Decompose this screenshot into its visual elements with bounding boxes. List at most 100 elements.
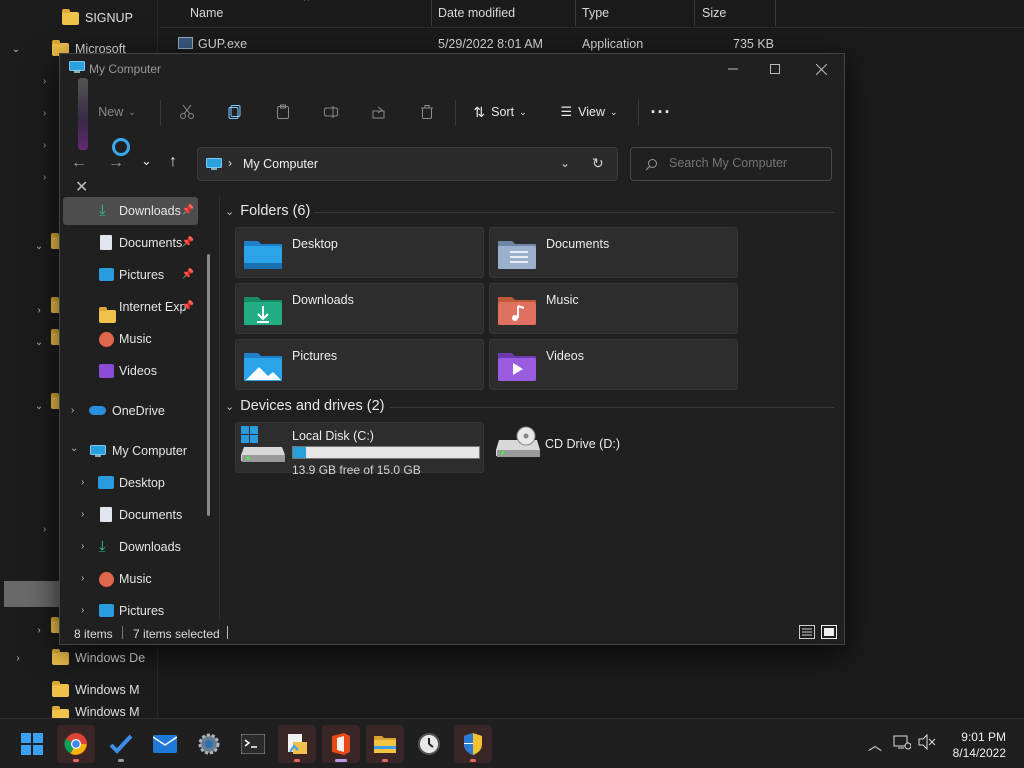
more-options-button[interactable]: ···: [646, 92, 676, 132]
drive-tile-local-disk-c[interactable]: Local Disk (C:) 13.9 GB free of 15.0 GB: [235, 422, 484, 477]
nav-item-internet-exp[interactable]: Internet Exp 📌: [63, 293, 198, 323]
pin-icon[interactable]: 📌: [182, 301, 194, 312]
folder-tile-music[interactable]: Music: [489, 283, 738, 334]
show-hidden-icons-button[interactable]: ︿: [868, 735, 882, 755]
refresh-button[interactable]: ↻: [592, 155, 604, 172]
taskbar-settings[interactable]: [190, 725, 228, 763]
search-input[interactable]: [669, 156, 824, 170]
delete-button[interactable]: [412, 92, 442, 132]
details-view-button[interactable]: [799, 625, 815, 642]
chevron-right-icon[interactable]: ›: [43, 172, 46, 183]
nav-item-music[interactable]: Music: [63, 325, 198, 353]
paste-button[interactable]: [268, 92, 298, 132]
folders-section-header[interactable]: ⌄ Folders (6): [225, 203, 310, 219]
breadcrumb-item-my-computer[interactable]: My Computer: [243, 157, 318, 171]
chevron-down-icon[interactable]: ⌄: [33, 241, 45, 253]
folder-tile-downloads[interactable]: Downloads: [235, 283, 484, 334]
address-history-button[interactable]: ⌄: [560, 156, 570, 170]
pin-icon[interactable]: 📌: [182, 205, 194, 216]
nav-item-downloads[interactable]: ⤓ Downloads 📌: [63, 197, 198, 225]
back-button[interactable]: ←: [71, 154, 87, 172]
taskbar-mail[interactable]: [146, 725, 184, 763]
network-button[interactable]: [893, 734, 912, 753]
pin-icon[interactable]: 📌: [182, 269, 194, 280]
volume-button[interactable]: [918, 733, 936, 753]
bg-nav-item-signup[interactable]: SIGNUP: [0, 3, 158, 33]
chevron-right-icon[interactable]: ›: [33, 625, 45, 637]
nav-item-my-computer[interactable]: ⌄ My Computer: [63, 437, 203, 465]
folder-tile-pictures[interactable]: Pictures: [235, 339, 484, 390]
nav-item-documents-pc[interactable]: › Documents: [63, 501, 203, 529]
chevron-right-icon[interactable]: ›: [81, 541, 84, 552]
column-date-modified[interactable]: Date modified: [438, 6, 515, 20]
taskbar-chrome[interactable]: [57, 725, 95, 763]
system-clock[interactable]: 9:01 PM 8/14/2022: [953, 729, 1006, 761]
nav-item-downloads-pc[interactable]: › ⤓ Downloads: [63, 533, 203, 561]
cut-button[interactable]: [172, 92, 202, 132]
new-button[interactable]: New ⌄: [78, 92, 150, 132]
chevron-right-icon[interactable]: ›: [71, 405, 74, 416]
view-button[interactable]: ☰ View ⌄: [550, 92, 628, 132]
nav-item-videos[interactable]: Videos: [63, 357, 198, 385]
taskbar-file-explorer[interactable]: [366, 725, 404, 763]
taskbar-terminal[interactable]: [234, 725, 272, 763]
nav-scrollbar[interactable]: [207, 254, 210, 516]
column-divider[interactable]: [575, 0, 576, 26]
rename-button[interactable]: [316, 92, 346, 132]
taskbar-office[interactable]: [322, 725, 360, 763]
maximize-button[interactable]: [752, 54, 798, 84]
nav-item-pictures-pc[interactable]: › Pictures: [63, 597, 203, 622]
taskbar-security[interactable]: [454, 725, 492, 763]
chevron-right-icon[interactable]: ›: [33, 305, 45, 317]
nav-item-desktop[interactable]: › Desktop: [63, 469, 203, 497]
close-button[interactable]: [798, 54, 844, 84]
column-divider[interactable]: [775, 0, 776, 26]
folder-tile-documents[interactable]: Documents: [489, 227, 738, 278]
chevron-down-icon[interactable]: ⌄: [0, 43, 32, 55]
pane-divider[interactable]: [219, 194, 220, 622]
column-divider[interactable]: [431, 0, 432, 26]
bg-nav-item-windows-m[interactable]: Windows M: [0, 675, 158, 705]
nav-item-documents[interactable]: Documents 📌: [63, 229, 198, 257]
taskbar-clock-app[interactable]: [410, 725, 448, 763]
search-box[interactable]: [630, 147, 832, 181]
chevron-down-icon[interactable]: ⌄: [33, 401, 45, 413]
taskbar-file-folder-app[interactable]: [278, 725, 316, 763]
drive-tile-cd-drive-d[interactable]: CD Drive (D:): [489, 422, 738, 473]
start-button[interactable]: [13, 725, 51, 763]
share-button[interactable]: [364, 92, 394, 132]
chevron-down-icon[interactable]: ⌄: [33, 337, 45, 349]
tiles-view-button[interactable]: [821, 625, 837, 642]
column-name[interactable]: Name: [190, 6, 223, 20]
folder-tile-videos[interactable]: Videos: [489, 339, 738, 390]
chevron-right-icon[interactable]: ›: [43, 108, 46, 119]
column-size[interactable]: Size: [702, 6, 726, 20]
up-button[interactable]: ↑: [169, 153, 177, 171]
recent-locations-button[interactable]: ⌄: [141, 153, 152, 169]
bg-nav-item-windows-m-2[interactable]: Windows M: [0, 705, 158, 719]
chevron-right-icon[interactable]: ›: [0, 652, 36, 664]
pin-icon[interactable]: 📌: [182, 237, 194, 248]
chevron-right-icon[interactable]: ›: [43, 76, 46, 87]
copy-button[interactable]: [220, 92, 250, 132]
nav-item-pictures[interactable]: Pictures 📌: [63, 261, 198, 289]
chevron-right-icon[interactable]: ›: [81, 509, 84, 520]
folder-tile-desktop[interactable]: Desktop: [235, 227, 484, 278]
chevron-right-icon[interactable]: ›: [81, 477, 84, 488]
minimize-button[interactable]: [710, 54, 756, 84]
nav-item-music-pc[interactable]: › Music: [63, 565, 203, 593]
chevron-right-icon[interactable]: ›: [81, 573, 84, 584]
breadcrumb-separator-icon[interactable]: ›: [228, 156, 232, 170]
bg-nav-item-windows-de[interactable]: › Windows De: [0, 643, 158, 673]
chevron-down-icon[interactable]: ⌄: [70, 443, 78, 454]
sort-button[interactable]: ⇅ Sort ⌄: [462, 92, 538, 132]
forward-button[interactable]: →: [108, 154, 124, 172]
title-bar[interactable]: My Computer: [60, 54, 844, 84]
address-bar[interactable]: › My Computer ⌄ ↻: [197, 147, 618, 181]
drives-section-header[interactable]: ⌄ Devices and drives (2): [225, 398, 384, 414]
chevron-right-icon[interactable]: ›: [43, 140, 46, 151]
chevron-right-icon[interactable]: ›: [81, 605, 84, 616]
column-divider[interactable]: [694, 0, 695, 26]
column-type[interactable]: Type: [582, 6, 609, 20]
chevron-right-icon[interactable]: ›: [43, 524, 46, 535]
